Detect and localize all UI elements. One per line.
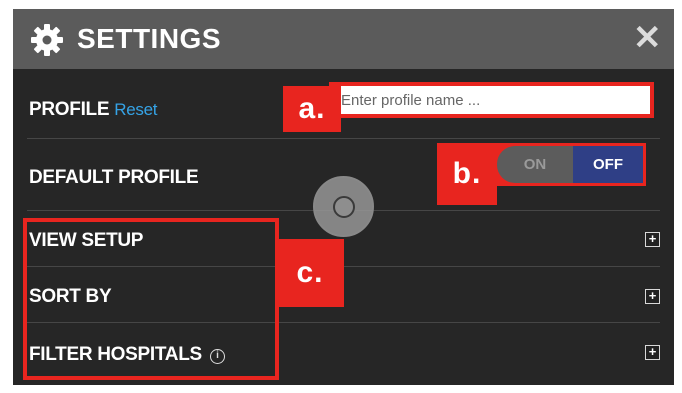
touch-cursor-center	[333, 196, 355, 218]
expand-view-setup-icon[interactable]: +	[645, 232, 660, 247]
settings-header: SETTINGS ✕	[13, 9, 674, 69]
settings-title: SETTINGS	[77, 23, 222, 54]
sections-highlight-box	[23, 218, 279, 380]
callout-c: c.	[276, 239, 344, 307]
profile-label: PROFILE Reset	[29, 99, 158, 120]
toggle-off-option[interactable]: OFF	[573, 146, 643, 183]
profile-name-input-wrap	[329, 82, 654, 118]
close-icon[interactable]: ✕	[633, 21, 662, 55]
default-profile-toggle[interactable]: ON OFF	[494, 143, 646, 186]
toggle-on-option[interactable]: ON	[497, 146, 573, 183]
reset-link[interactable]: Reset	[114, 100, 157, 119]
callout-b: b.	[437, 143, 497, 205]
callout-a: a.	[283, 86, 341, 132]
profile-name-input[interactable]	[332, 85, 651, 115]
touch-cursor-indicator	[313, 176, 374, 237]
default-profile-label: DEFAULT PROFILE	[29, 167, 199, 188]
expand-sort-by-icon[interactable]: +	[645, 289, 660, 304]
expand-filter-hospitals-icon[interactable]: +	[645, 345, 660, 360]
gear-icon	[31, 24, 63, 56]
